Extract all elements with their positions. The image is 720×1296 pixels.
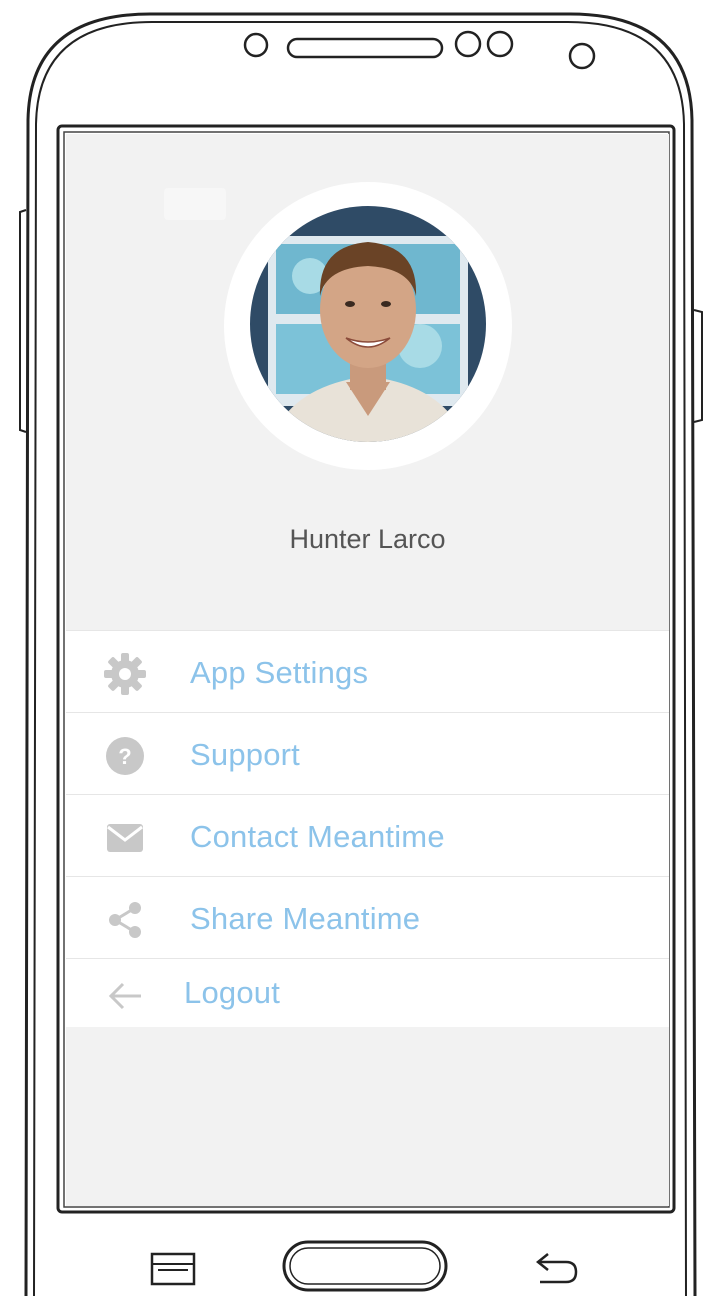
arrow-left-icon xyxy=(102,973,148,1019)
menu-item-label: Support xyxy=(190,737,300,772)
menu-item-label: Share Meantime xyxy=(190,901,421,936)
user-name: Hunter Larco xyxy=(289,524,446,554)
nav-menu: App Settings ? Support Contact Meantime xyxy=(66,630,669,1027)
svg-text:?: ? xyxy=(118,744,131,769)
menu-item-support[interactable]: ? Support xyxy=(66,712,669,794)
menu-hardware-icon xyxy=(150,1252,196,1286)
app-screen: Hunter Larco App Settings ? Support Cont… xyxy=(66,134,669,1206)
menu-item-label: App Settings xyxy=(190,655,369,690)
share-icon xyxy=(102,897,148,943)
gear-icon xyxy=(102,651,148,697)
help-circle-icon: ? xyxy=(102,733,148,779)
user-photo-icon xyxy=(250,206,486,442)
menu-item-share[interactable]: Share Meantime xyxy=(66,876,669,958)
avatar[interactable] xyxy=(250,206,486,442)
menu-item-logout[interactable]: Logout xyxy=(66,958,669,1027)
envelope-icon xyxy=(102,815,148,861)
menu-toggle-button[interactable] xyxy=(164,188,226,220)
avatar-ring xyxy=(224,182,512,470)
menu-item-label: Contact Meantime xyxy=(190,819,445,854)
back-hardware-icon xyxy=(535,1253,578,1284)
menu-item-app-settings[interactable]: App Settings xyxy=(66,630,669,712)
menu-item-contact[interactable]: Contact Meantime xyxy=(66,794,669,876)
menu-item-label: Logout xyxy=(184,975,281,1010)
